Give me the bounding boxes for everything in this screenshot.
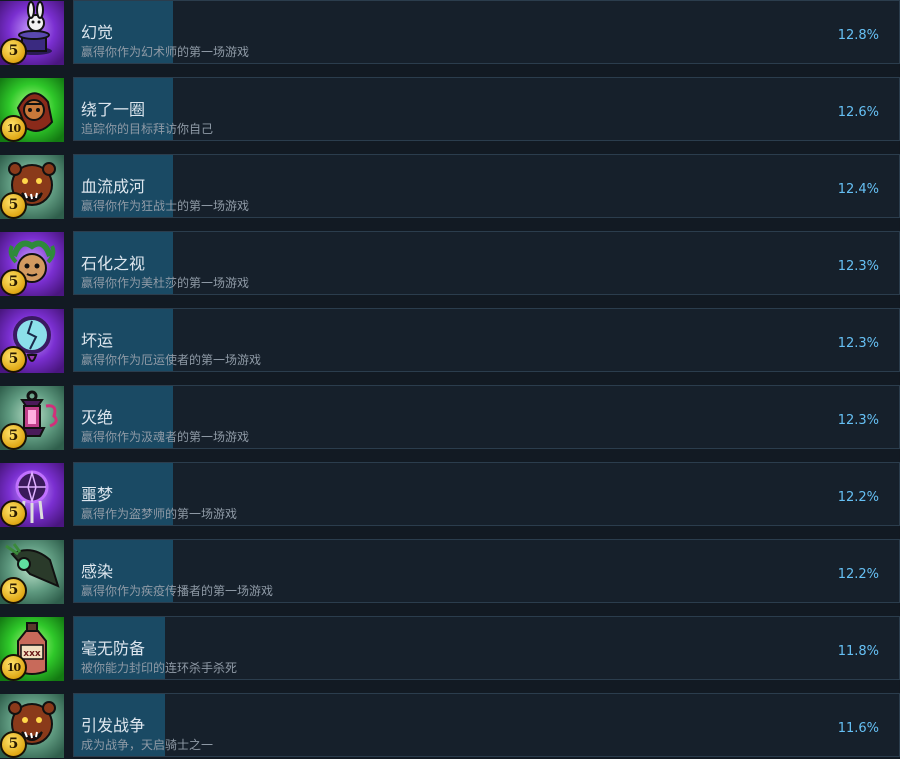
achievement-title: 感染: [81, 562, 114, 581]
achievement-description: 赢得你作为狂战士的第一场游戏: [81, 199, 250, 213]
unlock-percent: 12.6%: [837, 105, 879, 120]
achievement-row[interactable]: 5 灭绝 赢得你作为汲魂者的第一场游戏 12.3%: [0, 385, 900, 451]
achievement-panel: 噩梦 赢得作为盗梦师的第一场游戏 12.2%: [73, 462, 900, 526]
achievement-title: 引发战争: [81, 716, 146, 735]
svg-text:xxx: xxx: [23, 649, 41, 659]
achievement-panel: 血流成河 赢得你作为狂战士的第一场游戏 12.4%: [73, 154, 900, 218]
achievement-row[interactable]: 10 绕了一圈 追踪你的目标拜访你自己 12.6%: [0, 77, 900, 143]
achievement-panel: 幻觉 赢得你作为幻术师的第一场游戏 12.8%: [73, 0, 900, 64]
achievement-row[interactable]: 5 血流成河 赢得你作为狂战士的第一场游戏 12.4%: [0, 154, 900, 220]
unlock-percent: 12.2%: [837, 567, 879, 582]
achievement-panel: 石化之视 赢得你作为美杜莎的第一场游戏 12.3%: [73, 231, 900, 295]
achievement-description: 赢得你作为疾疫传播者的第一场游戏: [81, 584, 274, 598]
achievement-description: 赢得你作为美杜莎的第一场游戏: [81, 276, 250, 290]
achievement-description: 成为战争，天启骑士之一: [81, 738, 214, 752]
achievement-title: 灭绝: [81, 408, 114, 427]
points-coin: 5: [0, 269, 27, 296]
achievement-panel: 坏运 赢得你作为厄运使者的第一场游戏 12.3%: [73, 308, 900, 372]
achievement-title: 噩梦: [81, 485, 114, 504]
achievement-title: 石化之视: [81, 254, 146, 273]
unlock-percent: 12.3%: [837, 259, 879, 274]
points-coin: 5: [0, 500, 27, 527]
unlock-percent: 12.3%: [837, 336, 879, 351]
achievement-description: 被你能力封印的连环杀手杀死: [81, 661, 238, 675]
unlock-percent: 11.6%: [837, 721, 879, 736]
unlock-percent: 11.8%: [837, 644, 879, 659]
achievement-description: 赢得你作为厄运使者的第一场游戏: [81, 353, 262, 367]
achievement-panel: 灭绝 赢得你作为汲魂者的第一场游戏 12.3%: [73, 385, 900, 449]
points-coin: 5: [0, 577, 27, 604]
points-coin: 10: [0, 654, 27, 681]
achievement-row[interactable]: 5 石化之视 赢得你作为美杜莎的第一场游戏 12.3%: [0, 231, 900, 297]
achievement-panel: 感染 赢得你作为疾疫传播者的第一场游戏 12.2%: [73, 539, 900, 603]
achievement-panel: 毫无防备 被你能力封印的连环杀手杀死 11.8%: [73, 616, 900, 680]
achievement-title: 幻觉: [81, 23, 114, 42]
points-coin: 5: [0, 423, 27, 450]
achievement-row[interactable]: 5 噩梦 赢得作为盗梦师的第一场游戏 12.2%: [0, 462, 900, 528]
achievement-description: 赢得你作为汲魂者的第一场游戏: [81, 430, 250, 444]
achievement-description: 赢得作为盗梦师的第一场游戏: [81, 507, 238, 521]
unlock-percent: 12.8%: [837, 28, 879, 43]
unlock-percent: 12.2%: [837, 490, 879, 505]
points-coin: 5: [0, 38, 27, 65]
points-coin: 5: [0, 192, 27, 219]
achievement-list: 5 幻觉 赢得你作为幻术师的第一场游戏 12.8% 10 绕了一圈 追踪你的目标…: [0, 0, 900, 758]
achievement-description: 赢得你作为幻术师的第一场游戏: [81, 45, 250, 59]
achievement-row[interactable]: 5 幻觉 赢得你作为幻术师的第一场游戏 12.8%: [0, 0, 900, 66]
achievement-description: 追踪你的目标拜访你自己: [81, 122, 214, 136]
achievement-row[interactable]: 5 坏运 赢得你作为厄运使者的第一场游戏 12.3%: [0, 308, 900, 374]
points-coin: 10: [0, 115, 27, 142]
achievement-title: 坏运: [81, 331, 114, 350]
achievement-panel: 引发战争 成为战争，天启骑士之一 11.6%: [73, 693, 900, 757]
unlock-percent: 12.4%: [837, 182, 879, 197]
achievement-title: 绕了一圈: [81, 100, 146, 119]
achievement-row[interactable]: 5 引发战争 成为战争，天启骑士之一 11.6%: [0, 693, 900, 759]
achievement-row[interactable]: xxx 10 毫无防备 被你能力封印的连环杀手杀死 11.8%: [0, 616, 900, 682]
unlock-percent: 12.3%: [837, 413, 879, 428]
points-coin: 5: [0, 346, 27, 373]
achievement-row[interactable]: 5 感染 赢得你作为疾疫传播者的第一场游戏 12.2%: [0, 539, 900, 605]
achievement-title: 血流成河: [81, 177, 146, 196]
points-coin: 5: [0, 731, 27, 758]
achievement-title: 毫无防备: [81, 639, 146, 658]
achievement-panel: 绕了一圈 追踪你的目标拜访你自己 12.6%: [73, 77, 900, 141]
